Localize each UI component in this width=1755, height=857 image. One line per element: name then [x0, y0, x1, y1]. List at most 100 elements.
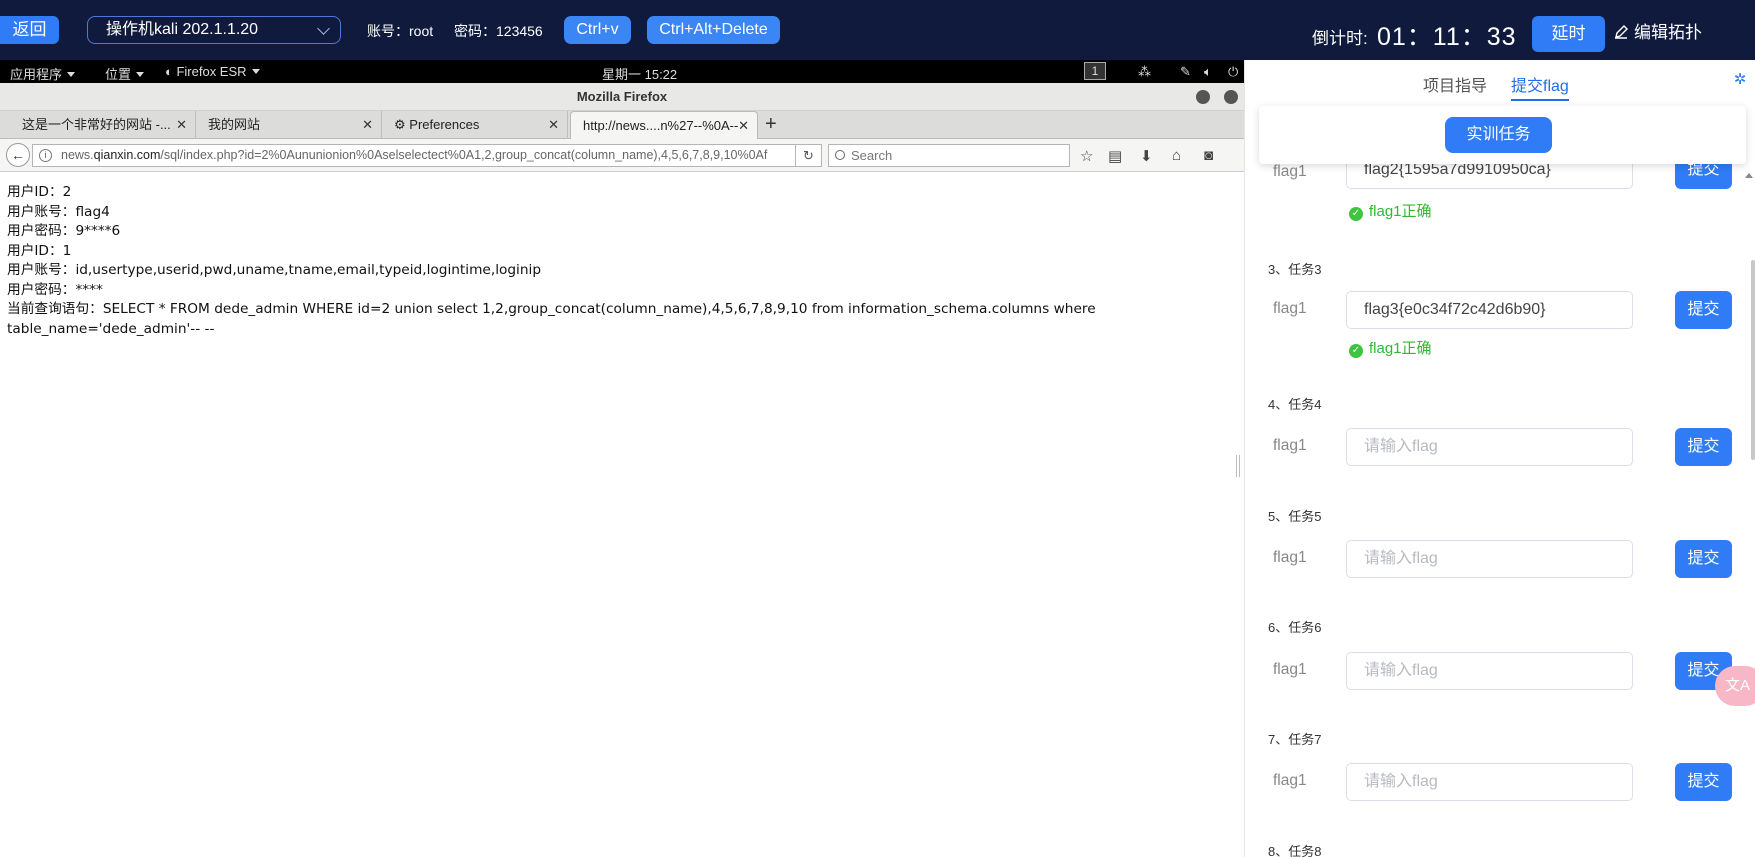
success-message-task3: ✓ flag1正确: [1349, 337, 1432, 358]
result-line: 用户ID：1: [7, 242, 72, 259]
result-line: 当前查询语句：SELECT * FROM dede_admin WHERE id…: [7, 301, 1096, 317]
flag-label: flag1: [1273, 437, 1307, 454]
success-text: flag1正确: [1369, 340, 1432, 357]
browser-tab-active[interactable]: http://news....n%27--%0A-- ✕: [570, 111, 758, 139]
check-circle-icon: ✓: [1349, 344, 1363, 358]
success-text: flag1正确: [1369, 203, 1432, 220]
places-menu[interactable]: 位置: [105, 64, 145, 83]
volume-icon[interactable]: 🔈︎: [1204, 64, 1212, 80]
close-icon[interactable]: ✕: [176, 111, 187, 139]
firefox-label: Firefox ESR: [176, 64, 247, 79]
close-icon[interactable]: ✕: [738, 112, 749, 140]
url-bar[interactable]: i news.qianxin.com/sql/index.php?id=2%0Au…: [32, 144, 822, 167]
edit-topology-label: 编辑拓扑: [1634, 23, 1702, 42]
flag-label: flag1: [1273, 549, 1307, 566]
download-icon[interactable]: ⬇: [1140, 147, 1153, 165]
success-message-task2: ✓ flag1正确: [1349, 200, 1432, 221]
back-arrow-icon[interactable]: ←: [6, 143, 30, 167]
submit-button-task5[interactable]: 提交: [1675, 540, 1732, 578]
url-host: qianxin.com: [93, 148, 161, 162]
gear-icon: ⚙: [394, 117, 406, 132]
page-content: 用户ID：2 用户账号：flag4 用户密码：9****6 用户ID：1 用户账…: [7, 183, 1237, 339]
tools-icon[interactable]: ✎: [1180, 64, 1191, 80]
result-line: 用户账号：id,usertype,userid,pwd,uname,tname,…: [7, 262, 542, 278]
tab-label: 这是一个非常好的网站 -...: [22, 117, 171, 132]
places-label: 位置: [105, 67, 132, 82]
result-line: 用户ID：2: [7, 184, 72, 200]
submit-button-task4[interactable]: 提交: [1675, 428, 1732, 466]
firefox-titlebar: Mozilla Firefox: [0, 83, 1244, 111]
dropdown-arrow-icon: [251, 69, 260, 74]
vm-name: 操作机kali 202.1.1.20: [106, 21, 259, 38]
panel-scrollbar[interactable]: [1751, 260, 1755, 460]
platform-topbar: 返回 操作机kali 202.1.1.20 账号：root 密码：123456 …: [0, 0, 1755, 60]
countdown-label: 倒计时:: [1312, 29, 1368, 48]
home-icon[interactable]: ⌂: [1172, 147, 1181, 164]
reload-icon[interactable]: ↻: [795, 144, 822, 167]
countdown-value: 01：11：33: [1377, 23, 1517, 51]
tab-guide[interactable]: 项目指导: [1423, 72, 1487, 96]
new-tab-icon[interactable]: +: [765, 113, 777, 136]
translate-icon[interactable]: 文A: [1715, 666, 1755, 706]
back-button[interactable]: 返回: [0, 16, 59, 44]
delay-button[interactable]: 延时: [1532, 16, 1605, 52]
ctrl-alt-delete-button[interactable]: Ctrl+Alt+Delete: [647, 16, 780, 44]
workspace-indicator[interactable]: 1: [1084, 62, 1106, 80]
account-text: 账号：root: [367, 23, 434, 39]
tab-submit-flag[interactable]: 提交flag: [1511, 72, 1569, 101]
result-line: 用户密码：****: [7, 281, 103, 298]
flag-label: flag1: [1273, 772, 1307, 789]
flag-input-task5[interactable]: 请输入flag: [1346, 540, 1633, 578]
task-title: 8、任务8: [1268, 844, 1322, 857]
close-icon[interactable]: ✕: [362, 111, 373, 139]
task-button-card: 实训任务: [1259, 106, 1746, 164]
collapse-icon[interactable]: ✲: [1732, 72, 1748, 88]
scroll-up-icon[interactable]: [1745, 173, 1753, 178]
network-icon[interactable]: ⁂: [1138, 64, 1151, 80]
check-circle-icon: ✓: [1349, 207, 1363, 221]
search-icon: [835, 150, 845, 160]
flag-input-task7[interactable]: 请输入flag: [1346, 763, 1633, 801]
submit-button-task7[interactable]: 提交: [1675, 763, 1732, 801]
flag-input-task3[interactable]: flag3{e0c34f72c42d6b90}: [1346, 291, 1633, 329]
applications-menu[interactable]: 应用程序: [10, 64, 76, 83]
firefox-menu[interactable]: ◐ Firefox ESR: [165, 64, 260, 79]
dropdown-arrow-icon: [67, 72, 76, 77]
browser-tab[interactable]: 我的网站 ✕: [196, 111, 382, 139]
result-line: table_name='dede_admin'-- --: [7, 320, 215, 337]
bookmark-star-icon[interactable]: ☆: [1080, 147, 1093, 165]
tab-label: 我的网站: [208, 117, 261, 132]
panel-splitter-handle[interactable]: [1236, 455, 1240, 477]
reader-list-icon[interactable]: ▤: [1108, 147, 1122, 165]
close-icon[interactable]: ✕: [548, 111, 559, 139]
search-input[interactable]: Search: [828, 144, 1070, 167]
panel-tabs: 项目指导 提交flag ✲: [1245, 60, 1755, 101]
chevron-down-icon: [317, 22, 330, 35]
window-title: Mozilla Firefox: [576, 89, 668, 104]
vm-selector[interactable]: 操作机kali 202.1.1.20: [87, 16, 341, 44]
maximize-icon[interactable]: [1224, 90, 1238, 104]
dropdown-arrow-icon: [136, 72, 145, 77]
tab-label: http://news....n%27--%0A--: [583, 118, 739, 133]
ctrl-v-button[interactable]: Ctrl+v: [564, 16, 631, 44]
flag-input-task4[interactable]: 请输入flag: [1346, 428, 1633, 466]
tab-label: Preferences: [409, 117, 480, 132]
power-icon[interactable]: ⏻: [1228, 64, 1238, 80]
url-path: /sql/index.php?id=2%0Aununionion%0Aselse…: [160, 148, 768, 162]
browser-tab[interactable]: ⚙ Preferences ✕: [382, 111, 568, 139]
flag-panel: 项目指导 提交flag ✲ 实训任务 flag1 flag2{1595a7d99…: [1244, 60, 1755, 857]
minimize-icon[interactable]: [1196, 90, 1210, 104]
task-title: 7、任务7: [1268, 732, 1322, 747]
pocket-icon[interactable]: ◙: [1204, 147, 1213, 164]
flag-input-task6[interactable]: 请输入flag: [1346, 652, 1633, 690]
browser-tab[interactable]: 这是一个非常好的网站 -... ✕: [10, 111, 196, 139]
task-title: 6、任务6: [1268, 620, 1322, 635]
result-line: 用户密码：9****6: [7, 223, 121, 239]
pencil-icon: [1615, 25, 1628, 39]
flag-label: flag1: [1273, 300, 1307, 317]
submit-button-task3[interactable]: 提交: [1675, 291, 1732, 329]
clock[interactable]: 星期一 15:22: [602, 64, 677, 83]
info-icon[interactable]: i: [39, 149, 52, 162]
edit-topology-button[interactable]: 编辑拓扑: [1614, 18, 1702, 43]
training-task-button[interactable]: 实训任务: [1445, 117, 1552, 153]
